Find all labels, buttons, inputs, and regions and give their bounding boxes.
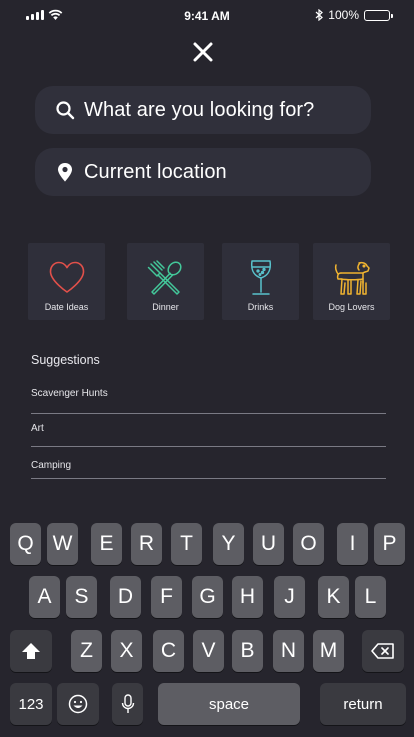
delete-key[interactable] [362,630,404,672]
category-label: Date Ideas [44,302,89,312]
search-placeholder: What are you looking for? [84,98,315,121]
battery-icon [364,9,393,21]
status-right: 100% [315,8,393,22]
category-label: Dog Lovers [328,302,375,312]
shift-key[interactable] [10,630,52,672]
key-a[interactable]: A [29,576,60,618]
key-h[interactable]: H [232,576,263,618]
key-i[interactable]: I [337,523,368,565]
key-x[interactable]: X [111,630,142,672]
close-icon [193,42,213,62]
category-label: Dinner [152,302,179,312]
key-s[interactable]: S [66,576,97,618]
location-value: Current location [84,160,227,183]
keyboard: Q W E R T Y U O I P A S D F G H J K L Z … [0,513,414,737]
category-date-ideas[interactable]: Date Ideas [28,243,105,320]
suggestion-item[interactable]: Camping [31,460,386,471]
heart-icon [49,261,84,293]
backspace-icon [371,643,394,659]
close-button[interactable] [189,38,217,66]
suggestion-item[interactable]: Art [31,423,386,434]
location-input[interactable]: Current location [35,148,371,196]
key-n[interactable]: N [273,630,304,672]
suggestion-item[interactable]: Scavenger Hunts [31,388,386,399]
key-k[interactable]: K [318,576,349,618]
divider [31,446,386,447]
key-p[interactable]: P [374,523,405,565]
key-z[interactable]: Z [71,630,102,672]
key-j[interactable]: J [274,576,305,618]
key-q[interactable]: Q [10,523,41,565]
key-y[interactable]: Y [213,523,244,565]
dog-icon [334,261,370,295]
key-e[interactable]: E [91,523,122,565]
key-c[interactable]: C [153,630,184,672]
emoji-icon [68,694,88,714]
key-b[interactable]: B [232,630,263,672]
key-v[interactable]: V [193,630,224,672]
category-dinner[interactable]: Dinner [127,243,204,320]
category-drinks[interactable]: Drinks [222,243,299,320]
status-bar: 9:41 AM 100% [0,0,414,30]
divider [31,478,386,479]
key-f[interactable]: F [151,576,182,618]
location-pin-icon [58,163,72,182]
key-l[interactable]: L [355,576,386,618]
dictation-key[interactable] [112,683,143,725]
shift-icon [22,643,40,659]
key-d[interactable]: D [110,576,141,618]
return-key[interactable]: return [320,683,406,725]
bluetooth-icon [315,9,324,21]
emoji-key[interactable] [57,683,99,725]
key-w[interactable]: W [47,523,78,565]
microphone-icon [121,694,134,713]
suggestions-title: Suggestions [31,353,100,367]
key-m[interactable]: M [313,630,344,672]
battery-percent: 100% [328,8,359,22]
category-dog-lovers[interactable]: Dog Lovers [313,243,390,320]
search-input[interactable]: What are you looking for? [35,86,371,134]
key-r[interactable]: R [131,523,162,565]
key-t[interactable]: T [171,523,202,565]
space-key[interactable]: space [158,683,300,725]
key-o[interactable]: O [293,523,324,565]
utensils-icon [147,260,182,295]
wine-glass-icon [250,260,271,295]
divider [31,413,386,414]
search-icon [56,101,75,120]
category-label: Drinks [247,302,274,312]
key-g[interactable]: G [192,576,223,618]
numbers-key[interactable]: 123 [10,683,52,725]
key-u[interactable]: U [253,523,284,565]
